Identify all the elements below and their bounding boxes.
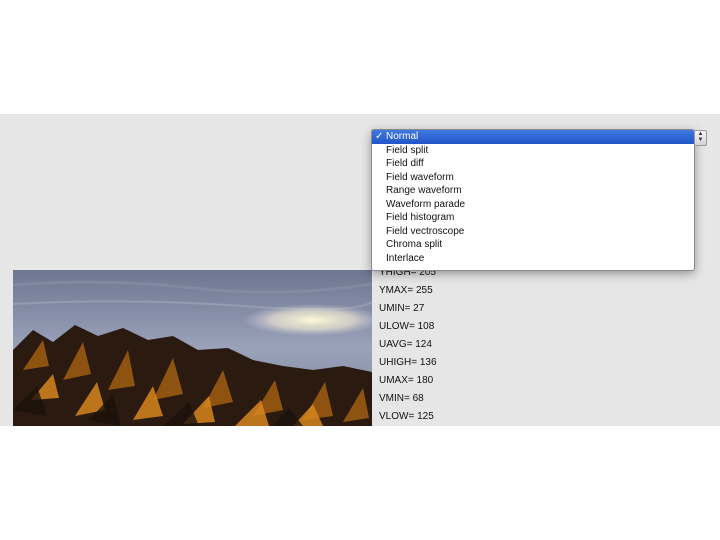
menu-item-label: Range waveform: [386, 185, 462, 196]
seaweed-shore-image: [13, 270, 372, 426]
video-frame: [13, 270, 372, 426]
up-down-arrows-icon[interactable]: ▲ ▼: [694, 130, 707, 146]
menu-item-label: Field waveform: [386, 171, 454, 183]
stat-ymax: YMAX= 255: [379, 285, 433, 296]
menu-item-label: Chroma split: [386, 239, 443, 250]
menu-item-field-vectroscope[interactable]: Field vectroscope: [372, 225, 694, 239]
display-mode-dropdown[interactable]: ✓ Normal Field split Field diff Field wav…: [371, 129, 695, 271]
stat-uhigh: UHIGH= 136: [379, 357, 437, 368]
menu-item-normal[interactable]: ✓ Normal: [372, 130, 694, 144]
stat-umin: UMIN= 27: [379, 303, 425, 314]
menu-item-field-histogram[interactable]: Field histogram: [372, 211, 694, 225]
stat-umax: UMAX= 180: [379, 375, 434, 386]
menu-item-label: Field vectroscope: [386, 225, 465, 237]
menu-item-label: Waveform parade: [386, 198, 466, 210]
menu-item-chroma-split[interactable]: Chroma split: [372, 238, 694, 252]
menu-item-label: Normal: [386, 131, 419, 142]
stat-uavg: UAVG= 124: [379, 339, 432, 350]
menu-item-waveform-parade[interactable]: Waveform parade: [372, 198, 694, 212]
menu-item-label: Field diff: [386, 158, 424, 169]
stat-vlow: VLOW= 125: [379, 411, 434, 422]
menu-item-label: Field split: [386, 144, 429, 156]
menu-item-interlace[interactable]: Interlace: [372, 252, 694, 266]
menu-item-field-diff[interactable]: Field diff: [372, 157, 694, 171]
checkmark-icon: ✓: [375, 131, 384, 142]
menu-item-field-split[interactable]: Field split: [372, 144, 694, 158]
statistics-readout: YHIGH= 205 YMAX= 255 UMIN= 27 ULOW= 108 …: [379, 264, 437, 426]
menu-item-range-waveform[interactable]: Range waveform: [372, 184, 694, 198]
menu-item-label: Field histogram: [386, 212, 455, 223]
menu-item-label: Interlace: [386, 252, 425, 264]
stat-vmin: VMIN= 68: [379, 393, 424, 404]
stat-ulow: ULOW= 108: [379, 321, 435, 332]
menu-item-field-waveform[interactable]: Field waveform: [372, 171, 694, 185]
